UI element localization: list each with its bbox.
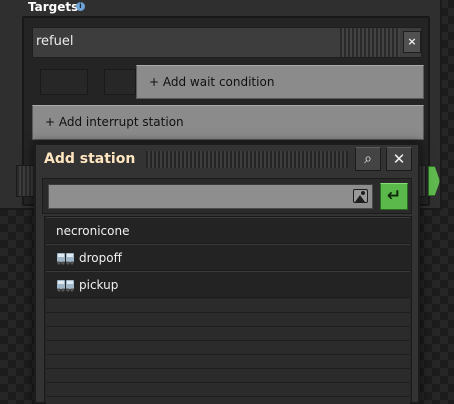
train-station-icon (57, 280, 74, 292)
info-icon[interactable]: i (76, 2, 85, 11)
targets-title: Targets (28, 0, 79, 14)
schedule-station-name: refuel (36, 34, 74, 49)
station-name: pickup (79, 278, 119, 292)
confirm-button[interactable]: ↵ (380, 183, 408, 210)
image-icon[interactable] (353, 189, 368, 203)
station-name: necronicone (56, 224, 130, 238)
condition-slot (104, 69, 136, 95)
dialog-drag-handle[interactable] (146, 151, 348, 168)
empty-list-area (46, 299, 410, 404)
list-item[interactable]: pickup (46, 271, 410, 298)
search-icon[interactable]: ⌕ (355, 147, 381, 171)
train-station-icon (57, 253, 74, 265)
list-item[interactable]: necronicone (46, 217, 410, 244)
remove-station-button[interactable]: × (403, 31, 421, 53)
list-item[interactable]: dropoff (46, 244, 410, 271)
add-wait-condition-button[interactable]: + Add wait condition (136, 65, 424, 99)
close-icon[interactable]: ✕ (386, 147, 412, 171)
add-interrupt-station-button[interactable]: + Add interrupt station (32, 105, 424, 140)
dialog-title: Add station (44, 151, 136, 167)
search-input[interactable] (48, 184, 373, 209)
drag-handle[interactable] (340, 28, 400, 57)
condition-slot (40, 69, 88, 95)
station-name: dropoff (79, 251, 122, 265)
